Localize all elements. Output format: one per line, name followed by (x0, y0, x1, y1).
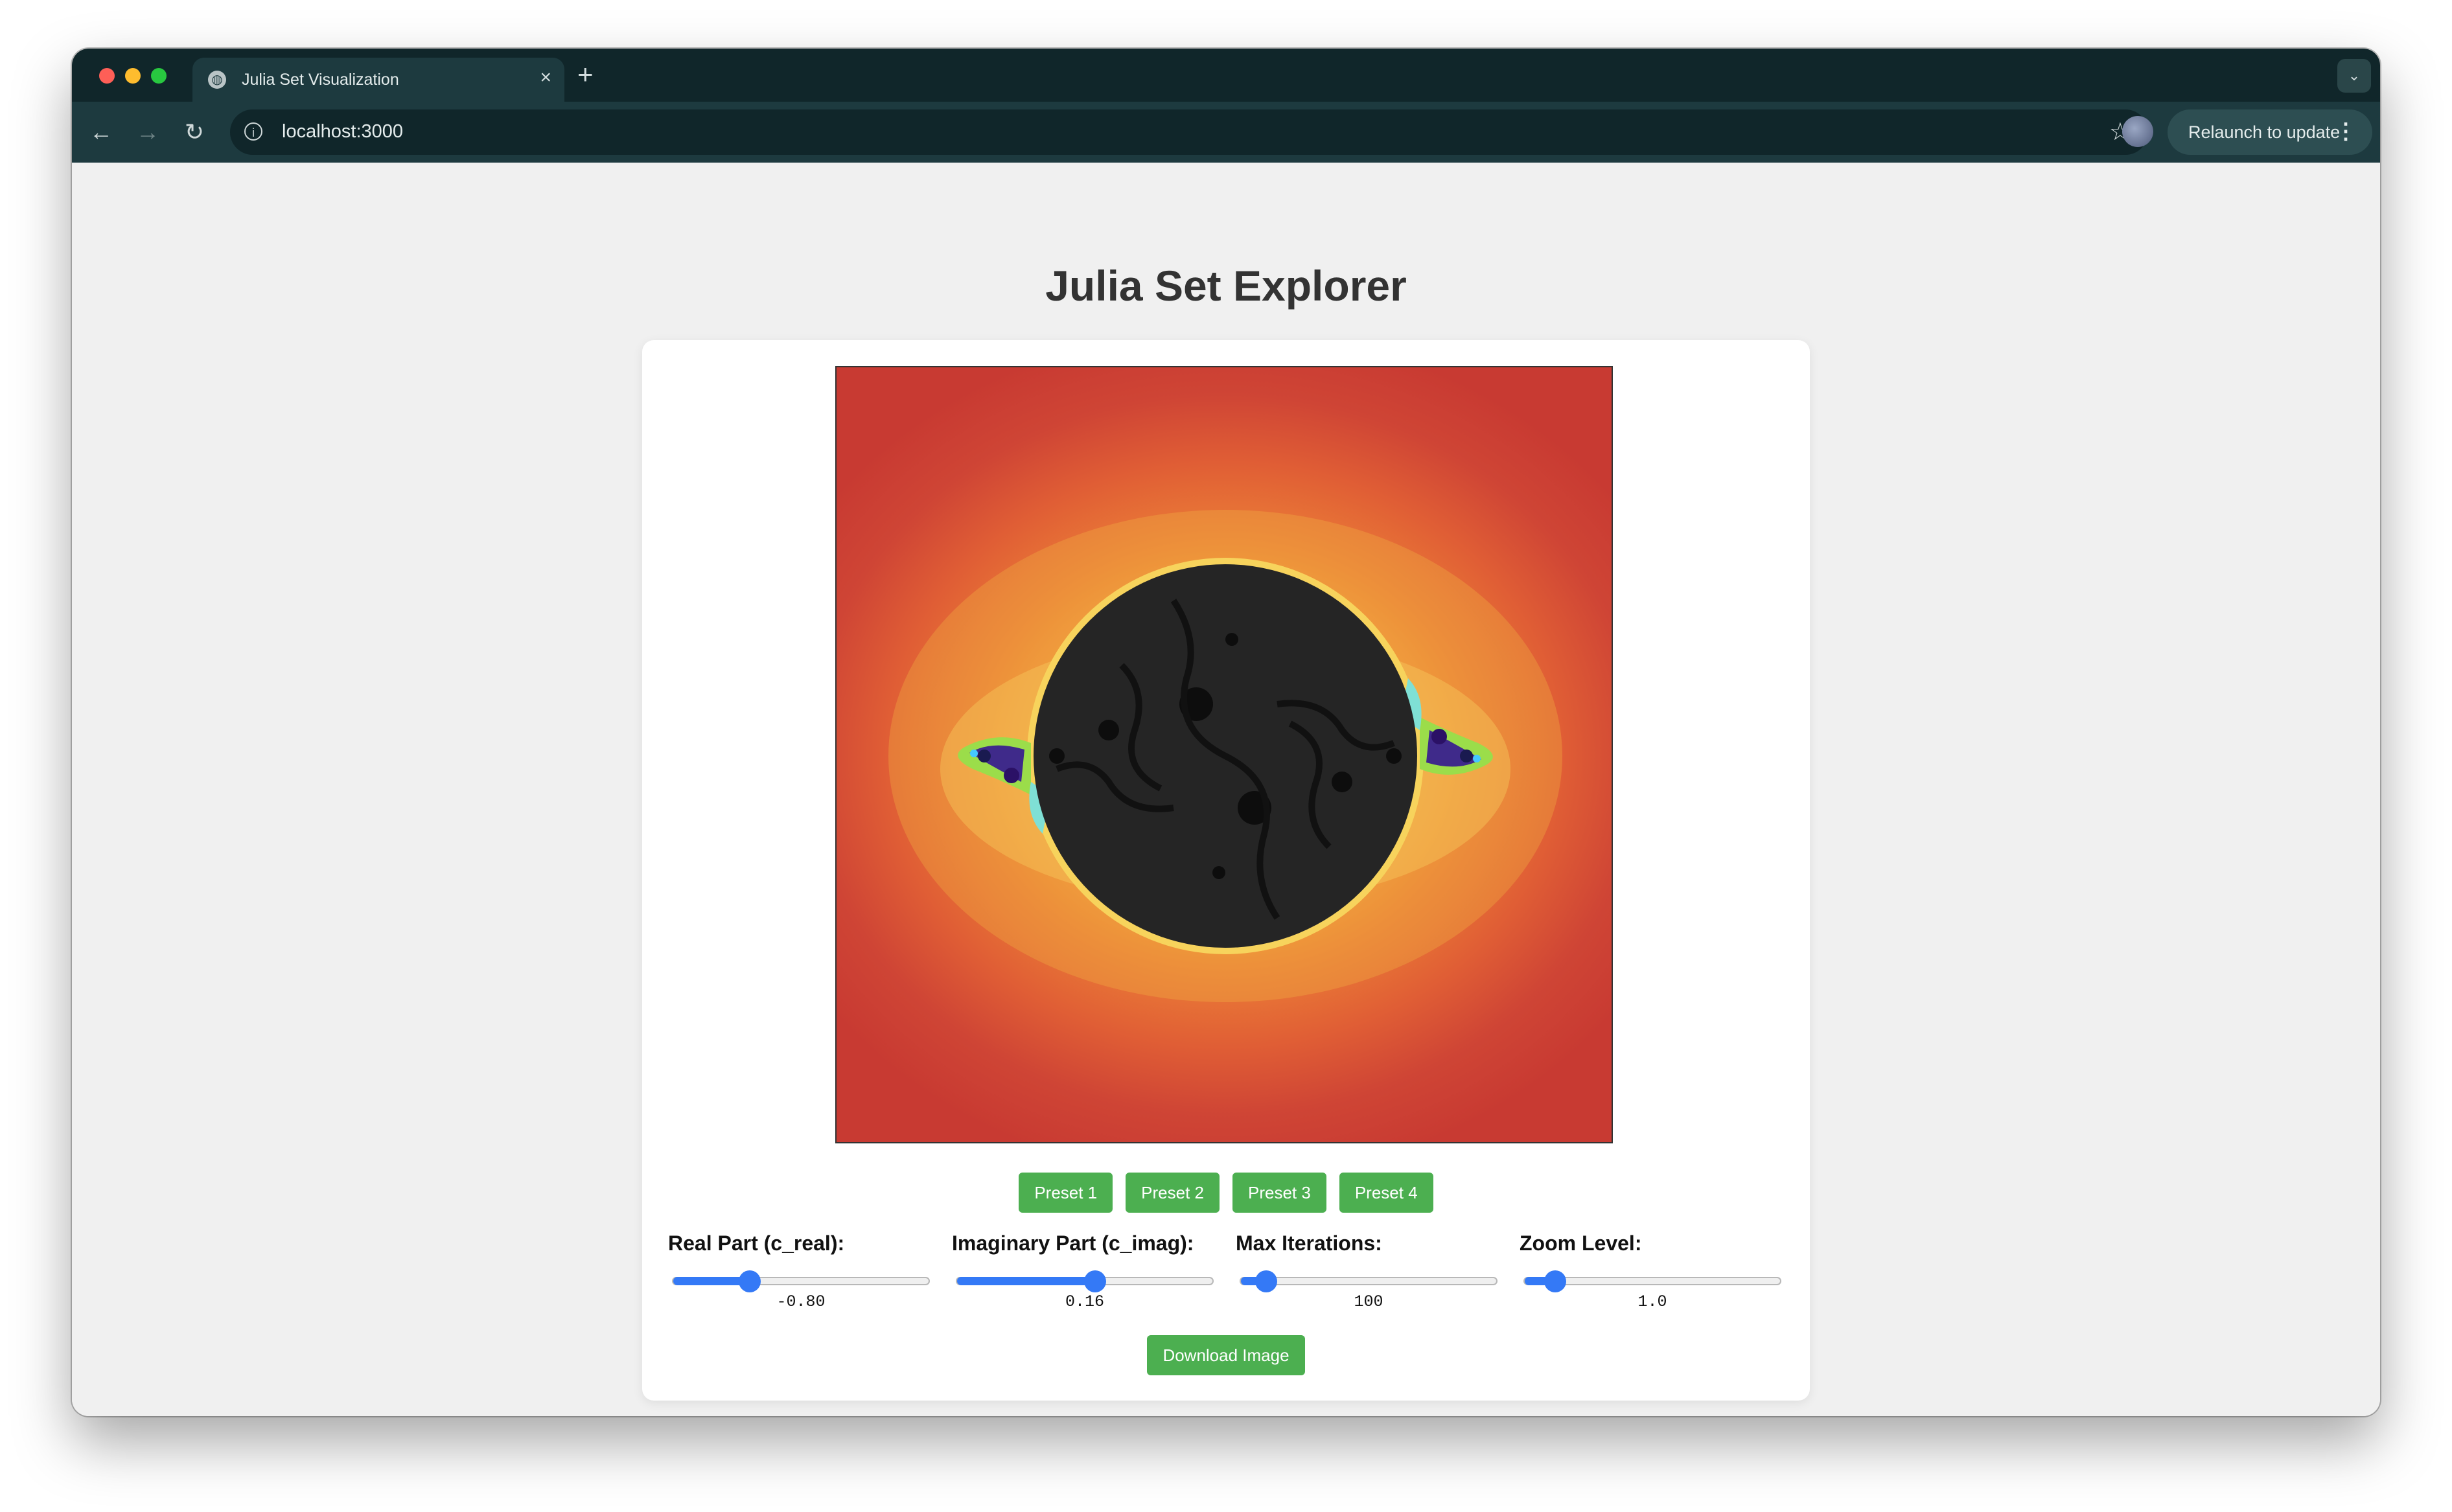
control-label: Real Part (c_real): (668, 1231, 845, 1255)
slider-thumb[interactable] (1255, 1270, 1278, 1292)
slider-thumb[interactable] (1083, 1270, 1106, 1292)
preset-4-button[interactable]: Preset 4 (1339, 1173, 1433, 1213)
julia-set-render (888, 510, 1562, 1002)
new-tab-icon[interactable]: + (577, 59, 594, 90)
julia-set-canvas[interactable] (835, 366, 1613, 1143)
browser-tab[interactable]: ◍ Julia Set Visualization × (192, 58, 564, 102)
preset-buttons: Preset 1 Preset 2 Preset 3 Preset 4 (642, 1173, 1810, 1213)
preset-1-button[interactable]: Preset 1 (1019, 1173, 1113, 1213)
c-real-slider[interactable] (672, 1270, 930, 1292)
zoom-slider[interactable] (1523, 1270, 1781, 1292)
download-image-button[interactable]: Download Image (1147, 1335, 1305, 1375)
tab-close-icon[interactable]: × (540, 67, 551, 89)
control-label: Zoom Level: (1520, 1231, 1642, 1255)
globe-icon: ◍ (208, 71, 226, 89)
browser-window: ◍ Julia Set Visualization × + ⌄ ← → ↻ i … (72, 49, 2380, 1416)
control-label: Imaginary Part (c_imag): (952, 1231, 1194, 1255)
browser-toolbar: ← → ↻ i localhost:3000 ☆ Relaunch to upd… (72, 102, 2380, 163)
site-info-icon[interactable]: i (244, 122, 262, 141)
maximize-window-button[interactable] (151, 68, 167, 84)
tab-search-chevron-icon[interactable]: ⌄ (2337, 59, 2371, 93)
max-iterations-slider[interactable] (1240, 1270, 1498, 1292)
preset-3-button[interactable]: Preset 3 (1232, 1173, 1326, 1213)
c-imag-slider[interactable] (956, 1270, 1214, 1292)
control-value: 0.16 (1065, 1292, 1104, 1311)
close-window-button[interactable] (99, 68, 115, 84)
control-max-iterations: Max Iterations: 100 (1236, 1231, 1501, 1316)
slider-thumb[interactable] (739, 1270, 761, 1292)
slider-thumb[interactable] (1544, 1270, 1567, 1292)
control-label: Max Iterations: (1236, 1231, 1382, 1255)
relaunch-button[interactable]: Relaunch to update ⋮ (2168, 109, 2372, 155)
relaunch-label: Relaunch to update (2188, 122, 2341, 142)
control-c-imag: Imaginary Part (c_imag): 0.16 (952, 1231, 1218, 1316)
back-arrow-icon[interactable]: ← (86, 117, 116, 147)
control-c-real: Real Part (c_real): -0.80 (668, 1231, 934, 1316)
tab-title: Julia Set Visualization (242, 71, 399, 89)
forward-arrow-icon[interactable]: → (133, 117, 163, 147)
minimize-window-button[interactable] (125, 68, 141, 84)
control-zoom: Zoom Level: 1.0 (1520, 1231, 1785, 1316)
url-text[interactable]: localhost:3000 (282, 121, 403, 143)
parameter-controls: Real Part (c_real): -0.80 Imaginary Part… (668, 1231, 1784, 1316)
address-bar[interactable]: i localhost:3000 ☆ (230, 109, 2148, 155)
explorer-card: Preset 1 Preset 2 Preset 3 Preset 4 Real… (642, 340, 1810, 1401)
control-value: 100 (1354, 1292, 1383, 1311)
control-value: -0.80 (776, 1292, 826, 1311)
preset-2-button[interactable]: Preset 2 (1126, 1173, 1220, 1213)
download-row: Download Image (642, 1335, 1810, 1375)
title-bar: ◍ Julia Set Visualization × + ⌄ (72, 49, 2380, 102)
more-vertical-icon[interactable]: ⋮ (2335, 119, 2357, 144)
page-content: Julia Set Explorer Preset 1 Preset 2 Pre… (72, 163, 2380, 1416)
control-value: 1.0 (1637, 1292, 1667, 1311)
profile-avatar[interactable] (2122, 116, 2153, 147)
page-title: Julia Set Explorer (1045, 262, 1407, 310)
slider-fill (957, 1277, 1095, 1285)
reload-icon[interactable]: ↻ (179, 117, 209, 147)
